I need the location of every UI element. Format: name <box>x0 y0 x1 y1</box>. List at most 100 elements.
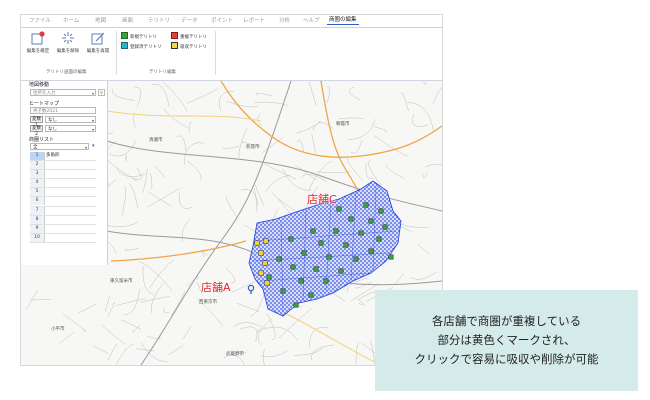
new-territory-marker[interactable] <box>348 216 354 222</box>
table-row[interactable]: 6 <box>30 197 96 207</box>
table-row[interactable]: 5 <box>30 188 96 198</box>
new-territory-marker[interactable] <box>323 278 329 284</box>
resume-edit-button[interactable]: 編集を再開 <box>85 31 111 54</box>
legend-duplicate-territory[interactable]: 重複テリトリ <box>171 32 207 40</box>
tab-edit-area[interactable]: 商圏の編集 <box>327 15 359 25</box>
new-territory-marker[interactable] <box>318 240 324 246</box>
new-territory-marker[interactable] <box>382 224 388 230</box>
legend-new-territory[interactable]: 新規テリトリ <box>121 32 157 40</box>
absorb-territory-marker[interactable] <box>264 280 270 286</box>
new-territory-swatch <box>121 32 128 39</box>
table-row[interactable]: 10 <box>30 233 96 243</box>
table-row[interactable]: 7 <box>30 206 96 216</box>
new-territory-marker[interactable] <box>293 302 299 308</box>
new-territory-marker[interactable] <box>310 228 316 234</box>
store-a-label: 店舗A <box>201 281 231 294</box>
new-territory-marker[interactable] <box>368 218 374 224</box>
tab-screen[interactable]: 画面 <box>122 16 133 24</box>
new-territory-marker[interactable] <box>353 256 359 262</box>
tab-point[interactable]: ポイント <box>211 16 233 24</box>
area-list-table: 1 多角形 2 3 4 5 6 7 8 9 10 <box>30 152 96 243</box>
table-row[interactable]: 2 <box>30 161 96 171</box>
new-territory-marker[interactable] <box>326 254 332 260</box>
new-territory-marker[interactable] <box>280 288 286 294</box>
new-territory-marker[interactable] <box>290 264 296 270</box>
absorb-territory-marker[interactable] <box>254 240 260 246</box>
tab-report[interactable]: レポート <box>243 16 265 24</box>
new-territory-marker[interactable] <box>313 266 319 272</box>
map-move-title: 地図移動 <box>29 82 50 88</box>
table-row[interactable]: 8 <box>30 215 96 225</box>
legend-registered-territory[interactable]: 登録済テリトリ <box>121 42 162 50</box>
store-c-label: 店舗C <box>307 193 337 206</box>
new-territory-marker[interactable] <box>363 202 369 208</box>
place-label: 小平市 <box>51 327 65 332</box>
tab-file[interactable]: ファイル <box>29 16 51 24</box>
new-territory-marker[interactable] <box>376 236 382 242</box>
new-territory-marker[interactable] <box>388 254 394 260</box>
new-territory-marker[interactable] <box>298 278 304 284</box>
place-label: 東久留米市 <box>110 279 133 284</box>
callout-line-3: クリックで容易に吸収や削除が可能 <box>414 352 599 366</box>
table-row[interactable]: 4 <box>30 179 96 189</box>
new-territory-marker[interactable] <box>333 228 339 234</box>
new-territory-marker[interactable] <box>378 208 384 214</box>
new-territory-marker[interactable] <box>338 268 344 274</box>
new-territory-marker[interactable] <box>288 236 294 242</box>
area-list-filter[interactable]: 全 ▾ <box>30 143 89 150</box>
new-territory-marker[interactable] <box>368 248 374 254</box>
legend-absorb-territory[interactable]: 吸収テリトリ <box>171 42 207 50</box>
chevron-down-icon: ▾ <box>91 118 94 123</box>
new-territory-marker[interactable] <box>358 230 364 236</box>
var1-select[interactable]: なし ▾ <box>45 116 96 123</box>
table-row[interactable]: 3 <box>30 170 96 180</box>
cancel-edit-button[interactable]: 編集を解除 <box>55 31 81 54</box>
tab-analysis[interactable]: 分析 <box>279 16 290 24</box>
new-territory-marker[interactable] <box>343 242 349 248</box>
tab-home[interactable]: ホーム <box>63 16 79 24</box>
absorb-territory-marker[interactable] <box>262 260 268 266</box>
var1-label: 変数1 <box>30 116 43 128</box>
left-panel: 地図移動 住所を入力 ▾ ⚲ ヒートマップ 男子数2021 変数1 なし ▾ 変… <box>21 81 108 265</box>
table-row[interactable]: 1 多角形 <box>30 152 96 162</box>
place-label: 新座市 <box>246 145 260 150</box>
confirm-edit-button[interactable]: 編集を確定 <box>25 31 51 54</box>
ribbon: 編集を確定 編集を解除 編集を再開 テリトリ画面の編集 新規テリトリ 重複テリト… <box>21 28 442 81</box>
heatmap-select[interactable]: 男子数2021 <box>30 107 96 114</box>
tab-territory[interactable]: テリトリ <box>148 16 170 24</box>
group-label-edit-screen: テリトリ画面の編集 <box>46 70 87 75</box>
cancel-edit-icon <box>61 31 75 45</box>
tab-map[interactable]: 地図 <box>95 16 106 24</box>
table-row[interactable]: 9 <box>30 224 96 234</box>
search-button[interactable]: ⚲ <box>98 89 105 96</box>
group-label-territory-edit: テリトリ編集 <box>149 70 176 75</box>
address-input[interactable]: 住所を入力 ▾ <box>30 89 96 96</box>
new-territory-marker[interactable] <box>336 206 342 212</box>
place-label: 武蔵野市 <box>226 352 244 357</box>
place-label: 朝霞市 <box>336 122 350 127</box>
new-territory-marker[interactable] <box>276 256 282 262</box>
registered-territory-swatch <box>121 42 128 49</box>
var2-select[interactable]: なし ▾ <box>45 125 96 132</box>
tab-data[interactable]: データ <box>181 16 198 24</box>
place-label: 清瀬市 <box>149 138 163 143</box>
absorb-territory-marker[interactable] <box>258 250 264 256</box>
var2-label: 変数2 <box>30 125 43 137</box>
heatmap-title: ヒートマップ <box>29 101 60 107</box>
resume-edit-label: 編集を再開 <box>86 49 110 54</box>
callout-line-1: 各店舗で商圏が重複している <box>431 314 582 328</box>
new-territory-marker[interactable] <box>266 274 272 280</box>
cancel-edit-label: 編集を解除 <box>56 49 80 54</box>
absorb-territory-marker[interactable] <box>263 238 269 244</box>
filter-icon[interactable]: ▾ <box>92 143 95 149</box>
chevron-down-icon: ▾ <box>91 127 94 132</box>
resume-edit-icon <box>91 31 105 45</box>
place-label: 西東京市 <box>199 300 217 305</box>
search-icon: ⚲ <box>100 90 103 95</box>
tab-help[interactable]: ヘルプ <box>303 16 320 24</box>
absorb-territory-marker[interactable] <box>258 270 264 276</box>
chevron-down-icon: ▾ <box>84 145 87 150</box>
chevron-down-icon[interactable]: ▾ <box>92 90 94 97</box>
new-territory-marker[interactable] <box>308 292 314 298</box>
new-territory-marker[interactable] <box>301 250 307 256</box>
